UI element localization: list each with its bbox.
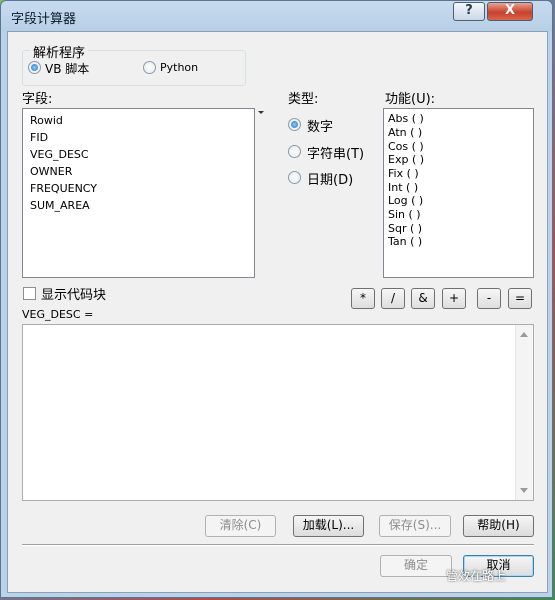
load-button[interactable]: 加载(L)... bbox=[293, 515, 364, 537]
parser-python-radio[interactable] bbox=[143, 61, 156, 74]
expression-input[interactable] bbox=[22, 324, 534, 501]
functions-list[interactable]: Abs ( ) Atn ( ) Cos ( ) Exp ( ) Fix ( ) … bbox=[383, 108, 534, 278]
plus-button[interactable]: + bbox=[442, 288, 466, 309]
fields-list[interactable]: Rowid FID VEG_DESC OWNER FREQUENCY SUM_A… bbox=[22, 108, 255, 278]
list-item[interactable]: Abs ( ) bbox=[388, 112, 424, 125]
type-label: 类型: bbox=[288, 92, 319, 107]
type-string-label[interactable]: 字符串(T) bbox=[307, 143, 364, 162]
parser-vb-radio[interactable] bbox=[28, 61, 41, 74]
field-calculator-window: 字段计算器 ? X 解析程序 VB 脚本 Python 字段: Rowid FI… bbox=[0, 0, 553, 598]
minus-button[interactable]: - bbox=[477, 288, 501, 309]
expression-scrollbar[interactable] bbox=[515, 325, 533, 500]
list-item[interactable]: Fix ( ) bbox=[388, 167, 419, 180]
ok-button[interactable]: 确定 bbox=[380, 555, 452, 577]
list-item[interactable]: SUM_AREA bbox=[30, 199, 90, 212]
question-icon: ? bbox=[465, 3, 473, 18]
list-item[interactable]: Log ( ) bbox=[388, 194, 423, 207]
title-bar[interactable]: 字段计算器 ? X bbox=[1, 1, 552, 31]
list-item[interactable]: Tan ( ) bbox=[388, 235, 422, 248]
window-title: 字段计算器 bbox=[11, 12, 77, 27]
multiply-button[interactable]: * bbox=[351, 288, 375, 309]
expression-label: VEG_DESC = bbox=[22, 308, 94, 321]
equals-button[interactable]: = bbox=[508, 288, 532, 309]
list-item[interactable]: FREQUENCY bbox=[30, 182, 97, 195]
codeblock-label[interactable]: 显示代码块 bbox=[41, 284, 106, 303]
dialog-body: 解析程序 VB 脚本 Python 字段: Rowid FID VEG_DESC… bbox=[7, 31, 548, 593]
save-button[interactable]: 保存(S)... bbox=[379, 515, 451, 537]
clear-button[interactable]: 清除(C) bbox=[205, 515, 276, 537]
list-item[interactable]: Exp ( ) bbox=[388, 153, 424, 166]
list-item[interactable]: Sqr ( ) bbox=[388, 222, 422, 235]
list-item[interactable]: Atn ( ) bbox=[388, 126, 422, 139]
scroll-up-icon[interactable] bbox=[520, 332, 528, 337]
codeblock-checkbox[interactable] bbox=[23, 287, 36, 300]
parser-vb-label[interactable]: VB 脚本 bbox=[45, 60, 89, 77]
ampersand-button[interactable]: & bbox=[411, 288, 435, 309]
type-number-radio[interactable] bbox=[288, 118, 301, 131]
fields-sort-icon[interactable] bbox=[258, 111, 264, 114]
list-item[interactable]: FID bbox=[30, 131, 48, 144]
type-date-label[interactable]: 日期(D) bbox=[307, 169, 353, 188]
list-item[interactable]: OWNER bbox=[30, 165, 72, 178]
type-number-label[interactable]: 数字 bbox=[307, 116, 333, 135]
functions-label: 功能(U): bbox=[385, 92, 436, 107]
list-item[interactable]: Sin ( ) bbox=[388, 208, 421, 221]
divide-button[interactable]: / bbox=[381, 288, 405, 309]
close-icon: X bbox=[504, 3, 516, 18]
list-item[interactable]: VEG_DESC bbox=[30, 148, 89, 161]
list-item[interactable]: Cos ( ) bbox=[388, 140, 424, 153]
list-item[interactable]: Int ( ) bbox=[388, 181, 418, 194]
parser-legend: 解析程序 bbox=[30, 42, 89, 61]
help-button[interactable]: 帮助(H) bbox=[463, 515, 534, 537]
watermark-text: 管效在路上 bbox=[446, 569, 507, 583]
type-date-radio[interactable] bbox=[288, 171, 301, 184]
parser-python-label[interactable]: Python bbox=[160, 61, 198, 74]
fields-label: 字段: bbox=[22, 92, 53, 107]
list-item[interactable]: Rowid bbox=[30, 114, 63, 127]
scroll-down-icon[interactable] bbox=[520, 488, 528, 493]
title-close-button[interactable]: X bbox=[487, 2, 533, 21]
title-help-button[interactable]: ? bbox=[453, 2, 485, 21]
type-string-radio[interactable] bbox=[288, 145, 301, 158]
separator bbox=[22, 544, 534, 546]
